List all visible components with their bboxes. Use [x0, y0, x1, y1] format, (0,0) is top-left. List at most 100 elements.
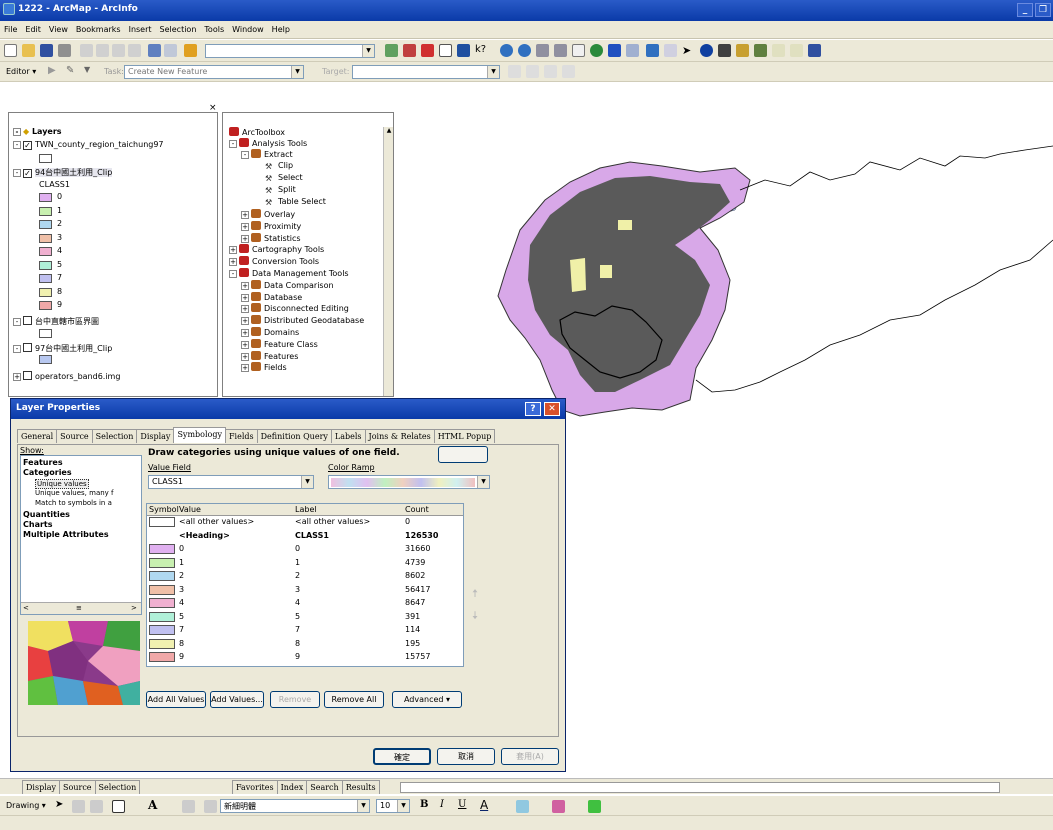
tab-search[interactable]: Search	[306, 780, 343, 794]
symbol-swatch[interactable]	[149, 544, 175, 554]
layout-scrollbar[interactable]	[400, 782, 1000, 793]
font-color-icon[interactable]: A	[480, 798, 488, 812]
editor-toolbar-icon[interactable]	[385, 44, 398, 57]
layer-collapse-icon[interactable]: -	[13, 141, 21, 149]
go-to-xy-icon[interactable]	[736, 44, 749, 57]
expand-icon[interactable]: +	[241, 293, 249, 302]
sketch-tool-icon[interactable]: ✎	[66, 65, 79, 78]
table-row[interactable]: 7 7 114	[147, 625, 463, 635]
apply-button[interactable]: 套用(A)	[501, 748, 559, 765]
open-icon[interactable]	[22, 44, 35, 57]
cell-label[interactable]: 2	[295, 571, 300, 580]
symbol-swatch[interactable]	[149, 611, 175, 622]
toolbox-item[interactable]: Feature Class	[264, 340, 318, 349]
show-item-charts[interactable]: Charts	[23, 520, 53, 529]
tab-selection[interactable]: Selection	[94, 780, 141, 794]
hyperlink-icon[interactable]	[772, 44, 785, 57]
table-row[interactable]: 9 9 15757	[147, 652, 463, 662]
layer-name[interactable]: 94台中國土利用_Clip	[35, 168, 113, 177]
move-down-icon[interactable]: 🠇	[472, 607, 486, 622]
menu-help[interactable]: Help	[272, 25, 290, 34]
cell-label[interactable]: 1	[295, 558, 300, 567]
map-scale-combo[interactable]: ▼	[205, 44, 375, 58]
expand-icon[interactable]: -	[229, 140, 237, 148]
whats-this-icon[interactable]: k?	[475, 44, 488, 57]
menu-selection[interactable]: Selection	[160, 25, 197, 34]
layer-symbol[interactable]	[39, 329, 52, 338]
layer-name[interactable]: 台中直轄市區界圖	[35, 317, 99, 326]
layer-name[interactable]: TWN_county_region_taichung97	[35, 140, 164, 149]
undo-icon[interactable]	[148, 44, 161, 57]
layer-symbol[interactable]	[39, 355, 52, 364]
sketch-properties-icon[interactable]	[562, 65, 575, 78]
tab-results[interactable]: Results	[341, 780, 380, 794]
editor-menu[interactable]: Editor ▾	[6, 67, 36, 76]
bold-button[interactable]: B	[420, 799, 428, 810]
help-button[interactable]: ?	[525, 402, 541, 416]
cell-label[interactable]: CLASS1	[295, 531, 329, 540]
class-symbol[interactable]	[39, 193, 52, 202]
edit-tool-icon[interactable]: ▶	[48, 65, 61, 78]
underline-button[interactable]: U	[458, 799, 466, 810]
toolbox-item[interactable]: Disconnected Editing	[264, 304, 349, 313]
expand-icon[interactable]: +	[241, 305, 249, 314]
column-label[interactable]: Label	[295, 505, 317, 514]
tab-display[interactable]: Display	[22, 780, 61, 794]
line-color-icon[interactable]	[552, 800, 565, 813]
move-up-icon[interactable]: 🠅	[472, 585, 486, 600]
cut-icon[interactable]	[80, 44, 93, 57]
tab-joins-relates[interactable]: Joins & Relates	[364, 429, 435, 443]
model-builder-icon[interactable]	[457, 44, 470, 57]
class-symbol[interactable]	[39, 247, 52, 256]
add-data-icon[interactable]	[184, 44, 197, 57]
table-row[interactable]: 2 2 8602	[147, 571, 463, 581]
toolbox-item[interactable]: Data Comparison	[264, 281, 334, 290]
cell-label[interactable]: 7	[295, 625, 300, 634]
show-item-features[interactable]: Features	[23, 458, 63, 467]
toolbox-item[interactable]: Fields	[264, 363, 287, 372]
back-icon[interactable]	[608, 44, 621, 57]
layer-expand-icon[interactable]: -	[13, 318, 21, 326]
toolbox-item[interactable]: Table Select	[278, 197, 326, 206]
edit-vertices-icon[interactable]	[182, 800, 195, 813]
expand-icon[interactable]: -	[241, 151, 249, 159]
class-symbol[interactable]	[39, 260, 52, 270]
layer-name[interactable]: 97台中國土利用_Clip	[35, 344, 112, 353]
font-size-combo[interactable]: 10 ▼	[376, 799, 410, 813]
cell-label[interactable]: 3	[295, 585, 300, 594]
symbol-swatch[interactable]	[149, 638, 175, 649]
show-list-hscrollbar[interactable]: < ≡ >	[21, 602, 141, 614]
tab-fields[interactable]: Fields	[225, 429, 258, 443]
toolbox-item[interactable]: Clip	[278, 161, 293, 170]
rectangle-icon[interactable]	[112, 800, 125, 813]
tab-definition-query[interactable]: Definition Query	[256, 429, 332, 443]
menu-view[interactable]: View	[49, 25, 68, 34]
toolbox-icon[interactable]	[403, 44, 416, 57]
table-row[interactable]: 3 3 56417	[147, 584, 463, 595]
toolbox-item[interactable]: Features	[264, 352, 298, 361]
table-row[interactable]: 0 0 31660	[147, 544, 463, 554]
color-ramp-combo[interactable]: ▼	[328, 475, 490, 489]
tab-symbology[interactable]: Symbology	[173, 427, 226, 443]
html-popup-icon[interactable]	[790, 44, 803, 57]
toolbox-item[interactable]: Cartography Tools	[252, 245, 324, 254]
rotate-tool-icon[interactable]	[526, 65, 539, 78]
expand-icon[interactable]: +	[241, 340, 249, 349]
symbol-swatch[interactable]	[149, 571, 175, 581]
cell-label[interactable]: 0	[295, 544, 300, 553]
expand-icon[interactable]: +	[229, 258, 237, 267]
select-features-icon[interactable]	[646, 44, 659, 57]
layer-expand-icon[interactable]: -	[13, 345, 21, 353]
layer-collapse-icon[interactable]: -	[13, 169, 21, 177]
expand-icon[interactable]: +	[241, 352, 249, 361]
table-row[interactable]: 8 8 195	[147, 638, 463, 649]
import-button[interactable]	[438, 446, 488, 463]
identify-icon[interactable]	[700, 44, 713, 57]
minimize-button[interactable]: _	[1017, 3, 1033, 17]
fixed-zoom-in-icon[interactable]	[536, 44, 549, 57]
class-symbol[interactable]	[39, 233, 52, 243]
column-count[interactable]: Count	[405, 505, 429, 514]
column-symbol[interactable]: Symbol	[149, 505, 179, 514]
expand-icon[interactable]: +	[229, 246, 237, 255]
new-text-icon[interactable]: A	[148, 798, 157, 812]
